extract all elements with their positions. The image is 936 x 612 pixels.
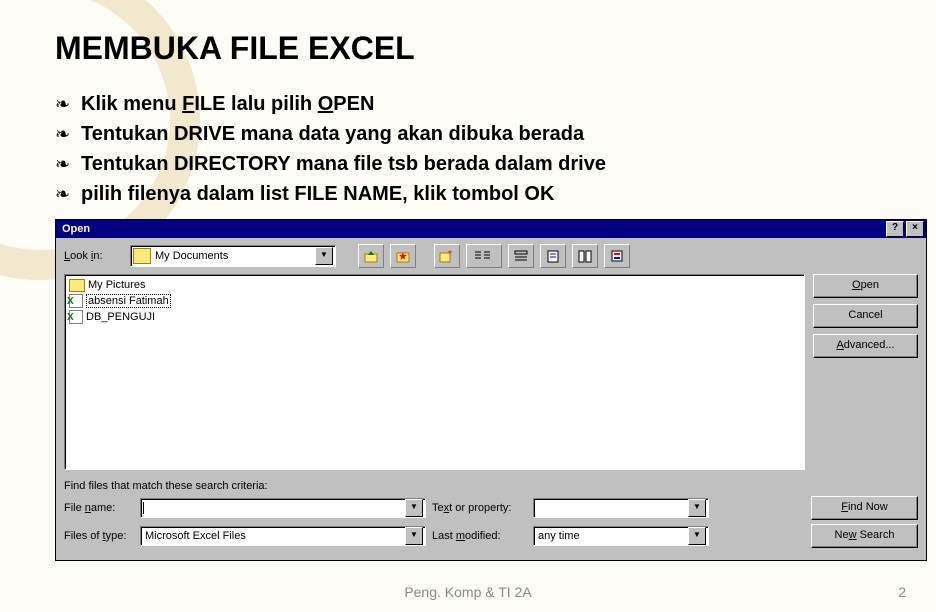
add-favorites-button[interactable]: * — [434, 244, 460, 268]
text-cursor — [143, 502, 144, 514]
search-area: Find files that match these search crite… — [56, 478, 926, 560]
dropdown-button[interactable]: ▼ — [405, 499, 423, 517]
file-name: My Pictures — [88, 279, 145, 291]
open-dialog: Open ? × Look in: My Documents ▼ * — [55, 219, 927, 561]
dialog-buttons: Open Cancel Advanced... — [813, 274, 918, 470]
filename-input[interactable]: ▼ — [140, 498, 426, 518]
excel-icon: X — [69, 294, 83, 308]
find-now-button[interactable]: Find Now — [811, 496, 918, 520]
lookin-row: Look in: My Documents ▼ * — [56, 238, 926, 274]
slide-content: MEMBUKA FILE EXCEL Klik menu FILE lalu p… — [0, 0, 936, 561]
text-property-input[interactable]: ▼ — [533, 498, 709, 518]
folder-icon — [69, 279, 85, 292]
preview-button[interactable] — [572, 244, 598, 268]
new-search-button[interactable]: New Search — [811, 524, 918, 548]
lookin-value: My Documents — [155, 250, 315, 262]
bullet-item: pilih filenya dalam list FILE NAME, klik… — [55, 179, 881, 209]
list-item[interactable]: X DB_PENGUJI — [67, 309, 802, 325]
list-item[interactable]: My Pictures — [67, 277, 802, 293]
bullet-item: Klik menu FILE lalu pilih OPEN — [55, 89, 881, 119]
file-list[interactable]: My Pictures X absensi Fatimah X DB_PENGU… — [64, 274, 805, 470]
close-button[interactable]: × — [906, 221, 924, 237]
dropdown-button[interactable]: ▼ — [688, 527, 706, 545]
list-item[interactable]: X absensi Fatimah — [67, 293, 802, 309]
slide-footer: Peng. Komp & TI 2A — [0, 584, 936, 600]
bullet-item: Tentukan DRIVE mana data yang akan dibuk… — [55, 119, 881, 149]
dropdown-button[interactable]: ▼ — [315, 247, 333, 265]
cancel-button[interactable]: Cancel — [813, 304, 918, 328]
dialog-titlebar[interactable]: Open ? × — [56, 220, 926, 238]
slide-title: MEMBUKA FILE EXCEL — [55, 30, 881, 67]
dropdown-button[interactable]: ▼ — [405, 527, 423, 545]
properties-button[interactable] — [540, 244, 566, 268]
filetype-input[interactable]: Microsoft Excel Files ▼ — [140, 526, 426, 546]
excel-icon: X — [69, 310, 83, 324]
dialog-body: My Pictures X absensi Fatimah X DB_PENGU… — [56, 274, 926, 478]
page-number: 2 — [898, 584, 906, 600]
favorites-button[interactable] — [390, 244, 416, 268]
open-button[interactable]: Open — [813, 274, 918, 298]
folder-icon — [133, 248, 151, 264]
lookin-combo[interactable]: My Documents ▼ — [130, 245, 336, 267]
bullet-item: Tentukan DIRECTORY mana file tsb berada … — [55, 149, 881, 179]
advanced-button[interactable]: Advanced... — [813, 334, 918, 358]
bullet-list: Klik menu FILE lalu pilih OPEN Tentukan … — [55, 89, 881, 209]
list-view-button[interactable] — [466, 244, 502, 268]
up-one-level-button[interactable] — [358, 244, 384, 268]
help-button[interactable]: ? — [886, 221, 904, 237]
text-property-label: Text or property: — [432, 502, 527, 514]
details-view-button[interactable] — [508, 244, 534, 268]
dropdown-button[interactable]: ▼ — [688, 499, 706, 517]
file-name: absensi Fatimah — [86, 294, 171, 308]
svg-text:*: * — [448, 249, 452, 260]
filename-label: File name: — [64, 502, 134, 514]
dialog-title: Open — [58, 223, 884, 235]
tools-button[interactable] — [604, 244, 630, 268]
lookin-label: Look in: — [64, 250, 124, 262]
file-name: DB_PENGUJI — [86, 311, 155, 323]
search-title: Find files that match these search crite… — [64, 480, 918, 492]
lastmod-label: Last modified: — [432, 530, 527, 542]
lastmod-input[interactable]: any time ▼ — [533, 526, 709, 546]
filetype-label: Files of type: — [64, 530, 134, 542]
